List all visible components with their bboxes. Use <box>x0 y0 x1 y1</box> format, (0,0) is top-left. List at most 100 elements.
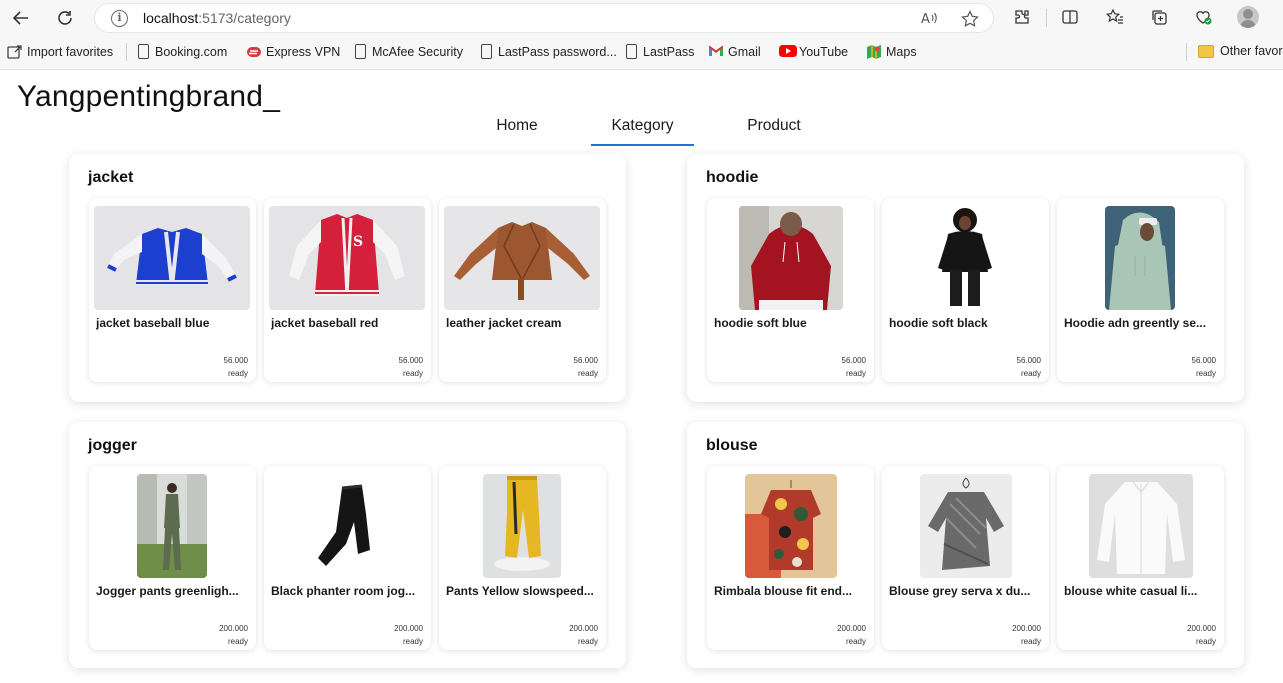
product-image: S <box>269 206 425 310</box>
product-price: 200.000 <box>837 624 866 633</box>
product-image <box>1089 474 1193 578</box>
category-card-jacket: jacket jacket baseball blue 56.000 ready <box>69 154 626 402</box>
tab-home[interactable]: Home <box>468 111 566 146</box>
category-card-hoodie: hoodie hoodie soft blue 56.000 ready hoo… <box>687 154 1244 402</box>
favorite-star-icon[interactable] <box>961 10 979 32</box>
product-card[interactable]: blouse white casual li... 200.000 ready <box>1057 466 1224 650</box>
product-status: ready <box>577 637 598 646</box>
browser-essentials-icon[interactable] <box>1193 7 1213 27</box>
bookmark-express-vpn[interactable]: Express VPN <box>246 44 340 60</box>
tab-product[interactable]: Product <box>724 111 824 146</box>
product-price: 56.000 <box>1016 356 1041 365</box>
gmail-icon <box>708 44 724 60</box>
product-price: 56.000 <box>573 356 598 365</box>
back-icon[interactable] <box>7 5 35 31</box>
product-name: Hoodie adn greently se... <box>1064 316 1207 330</box>
product-name: leather jacket cream <box>446 316 562 330</box>
category-title: jacket <box>88 169 134 186</box>
product-price: 56.000 <box>398 356 423 365</box>
bookmark-maps[interactable]: Maps <box>866 44 917 60</box>
bookmark-divider <box>126 43 127 61</box>
product-card[interactable]: hoodie soft blue 56.000 ready <box>707 198 874 382</box>
expressvpn-icon <box>246 44 261 60</box>
product-name: jacket baseball red <box>271 316 379 330</box>
category-title: jogger <box>88 437 137 454</box>
svg-text:A: A <box>921 12 930 26</box>
svg-text:S: S <box>353 234 363 250</box>
site-info-icon[interactable]: i <box>111 10 128 27</box>
bookmark-gmail[interactable]: Gmail <box>708 44 761 60</box>
bookmark-divider <box>1186 43 1187 61</box>
product-image <box>94 206 250 310</box>
bookmark-mcafee[interactable]: McAfee Security <box>355 44 463 59</box>
bookmark-label: Import favorites <box>27 45 114 59</box>
bookmark-label: Gmail <box>728 45 761 59</box>
product-card[interactable]: Blouse grey serva x du... 200.000 ready <box>882 466 1049 650</box>
youtube-icon <box>779 44 797 60</box>
product-status: ready <box>845 369 866 378</box>
product-card[interactable]: leather jacket cream 56.000 ready <box>439 198 606 382</box>
product-price: 200.000 <box>1187 624 1216 633</box>
maps-icon <box>866 44 881 60</box>
product-card[interactable]: Hoodie adn greently se... 56.000 ready <box>1057 198 1224 382</box>
product-image <box>444 206 600 310</box>
product-card[interactable]: hoodie soft black 56.000 ready <box>882 198 1049 382</box>
product-image <box>930 206 1000 310</box>
product-card[interactable]: jacket baseball blue 56.000 ready <box>89 198 256 382</box>
product-status: ready <box>402 369 423 378</box>
bookmark-import-favorites[interactable]: Import favorites <box>7 44 113 60</box>
product-status: ready <box>577 369 598 378</box>
toolbar-divider <box>1046 9 1047 27</box>
product-name: Blouse grey serva x du... <box>889 584 1031 598</box>
product-status: ready <box>1195 369 1216 378</box>
product-price: 200.000 <box>394 624 423 633</box>
product-name: hoodie soft black <box>889 316 988 330</box>
bookmark-lastpass-password[interactable]: LastPass password... <box>481 44 617 59</box>
bookmark-label: LastPass password... <box>498 44 617 59</box>
product-card[interactable]: Pants Yellow slowspeed... 200.000 ready <box>439 466 606 650</box>
browser-toolbar: i localhost:5173/category A <box>0 0 1283 36</box>
bookmark-booking[interactable]: Booking.com <box>138 44 227 59</box>
product-card[interactable]: Jogger pants greenligh... 200.000 ready <box>89 466 256 650</box>
product-image <box>1105 206 1175 310</box>
bookmark-label: Booking.com <box>155 44 228 59</box>
product-price: 200.000 <box>219 624 248 633</box>
product-price: 200.000 <box>1012 624 1041 633</box>
product-price: 56.000 <box>223 356 248 365</box>
product-card[interactable]: S jacket baseball red 56.000 ready <box>264 198 431 382</box>
bookmark-youtube[interactable]: YouTube <box>779 44 848 60</box>
product-name: blouse white casual li... <box>1064 584 1198 598</box>
product-status: ready <box>1020 369 1041 378</box>
bookmarks-bar: Import favorites Booking.com Express VPN… <box>0 38 1283 66</box>
product-image <box>920 474 1012 578</box>
product-price: 200.000 <box>569 624 598 633</box>
url-text: localhost:5173/category <box>143 10 291 26</box>
product-name: Pants Yellow slowspeed... <box>446 584 594 598</box>
category-title: hoodie <box>706 169 759 186</box>
bookmark-lastpass[interactable]: LastPass <box>626 44 694 59</box>
product-image <box>483 474 561 578</box>
product-image <box>745 474 837 578</box>
product-name: hoodie soft blue <box>714 316 807 330</box>
split-screen-icon[interactable] <box>1060 7 1080 27</box>
product-card[interactable]: Black phanter room jog... 200.000 ready <box>264 466 431 650</box>
refresh-icon[interactable] <box>51 5 79 31</box>
product-name: Black phanter room jog... <box>271 584 416 598</box>
bookmark-label: Maps <box>886 45 917 59</box>
product-status: ready <box>1020 637 1041 646</box>
profile-avatar[interactable] <box>1237 6 1259 28</box>
product-image <box>137 474 207 578</box>
favorites-icon[interactable] <box>1105 7 1125 27</box>
read-aloud-icon[interactable]: A <box>921 10 939 30</box>
address-bar[interactable]: i localhost:5173/category A <box>94 3 994 33</box>
product-card[interactable]: Rimbala blouse fit end... 200.000 ready <box>707 466 874 650</box>
product-image <box>739 206 843 310</box>
bookmark-label: Express VPN <box>266 45 341 59</box>
category-card-blouse: blouse Rimbala blouse fit end... 200.000… <box>687 422 1244 668</box>
collections-icon[interactable] <box>1149 7 1169 27</box>
bookmark-other-favorites[interactable]: Other favor <box>1198 44 1283 58</box>
brand-logo-text[interactable]: Yangpentingbrand_ <box>17 80 280 114</box>
extensions-icon[interactable] <box>1012 7 1032 27</box>
category-title: blouse <box>706 437 758 454</box>
tab-kategory[interactable]: Kategory <box>591 111 694 146</box>
